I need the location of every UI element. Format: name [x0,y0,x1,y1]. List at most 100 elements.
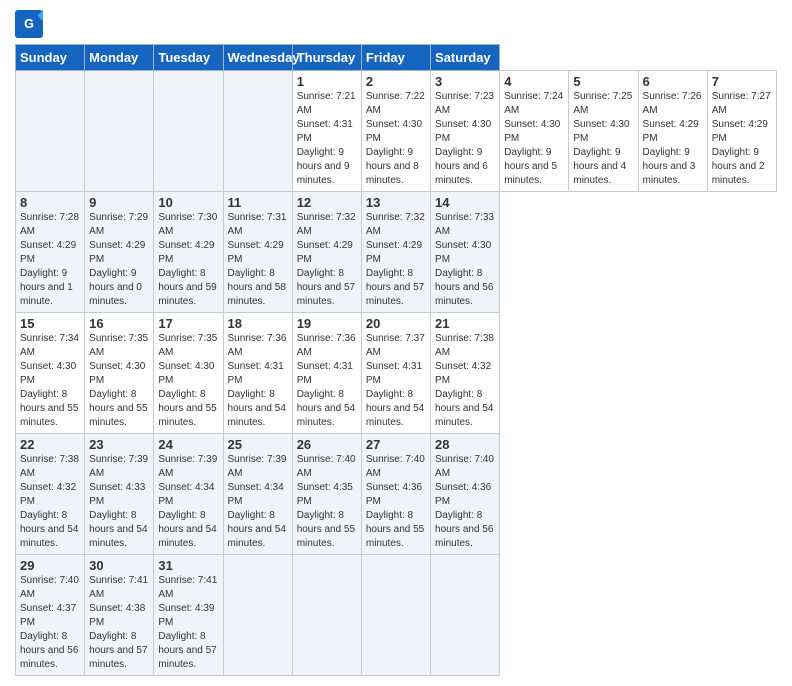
day-info: Sunrise: 7:41 AMSunset: 4:38 PMDaylight:… [89,574,149,672]
day-info: Sunrise: 7:40 AMSunset: 4:37 PMDaylight:… [20,574,80,672]
day-number: 21 [435,316,495,331]
calendar-cell: 14Sunrise: 7:33 AMSunset: 4:30 PMDayligh… [431,192,500,313]
day-number: 1 [297,74,357,89]
calendar-cell: 10Sunrise: 7:30 AMSunset: 4:29 PMDayligh… [154,192,223,313]
day-number: 4 [504,74,564,89]
day-number: 18 [228,316,288,331]
day-info: Sunrise: 7:34 AMSunset: 4:30 PMDaylight:… [20,332,80,430]
day-number: 19 [297,316,357,331]
calendar-cell: 28Sunrise: 7:40 AMSunset: 4:36 PMDayligh… [431,434,500,555]
day-number: 13 [366,195,426,210]
day-number: 17 [158,316,218,331]
day-number: 27 [366,437,426,452]
calendar-cell: 26Sunrise: 7:40 AMSunset: 4:35 PMDayligh… [292,434,361,555]
day-info: Sunrise: 7:27 AMSunset: 4:29 PMDaylight:… [712,90,772,188]
day-info: Sunrise: 7:40 AMSunset: 4:36 PMDaylight:… [366,453,426,551]
day-number: 24 [158,437,218,452]
day-number: 22 [20,437,80,452]
calendar-cell: 5Sunrise: 7:25 AMSunset: 4:30 PMDaylight… [569,71,638,192]
day-info: Sunrise: 7:36 AMSunset: 4:31 PMDaylight:… [228,332,288,430]
calendar-cell: 7Sunrise: 7:27 AMSunset: 4:29 PMDaylight… [707,71,776,192]
page-container: G SundayMondayTuesdayWednesdayThursdayFr… [0,0,792,686]
calendar-week-row: 8Sunrise: 7:28 AMSunset: 4:29 PMDaylight… [16,192,777,313]
calendar-cell: 21Sunrise: 7:38 AMSunset: 4:32 PMDayligh… [431,313,500,434]
calendar-cell: 16Sunrise: 7:35 AMSunset: 4:30 PMDayligh… [85,313,154,434]
calendar-cell: 22Sunrise: 7:38 AMSunset: 4:32 PMDayligh… [16,434,85,555]
calendar-cell [431,555,500,676]
day-number: 8 [20,195,80,210]
day-info: Sunrise: 7:24 AMSunset: 4:30 PMDaylight:… [504,90,564,188]
calendar-cell: 12Sunrise: 7:32 AMSunset: 4:29 PMDayligh… [292,192,361,313]
calendar-cell [292,555,361,676]
calendar-week-row: 22Sunrise: 7:38 AMSunset: 4:32 PMDayligh… [16,434,777,555]
day-number: 7 [712,74,772,89]
day-info: Sunrise: 7:38 AMSunset: 4:32 PMDaylight:… [435,332,495,430]
day-info: Sunrise: 7:26 AMSunset: 4:29 PMDaylight:… [643,90,703,188]
day-number: 6 [643,74,703,89]
day-number: 15 [20,316,80,331]
day-info: Sunrise: 7:32 AMSunset: 4:29 PMDaylight:… [366,211,426,309]
calendar-cell: 31Sunrise: 7:41 AMSunset: 4:39 PMDayligh… [154,555,223,676]
day-info: Sunrise: 7:39 AMSunset: 4:34 PMDaylight:… [228,453,288,551]
day-info: Sunrise: 7:39 AMSunset: 4:33 PMDaylight:… [89,453,149,551]
calendar-cell: 20Sunrise: 7:37 AMSunset: 4:31 PMDayligh… [361,313,430,434]
calendar-cell: 25Sunrise: 7:39 AMSunset: 4:34 PMDayligh… [223,434,292,555]
calendar-cell: 13Sunrise: 7:32 AMSunset: 4:29 PMDayligh… [361,192,430,313]
day-info: Sunrise: 7:40 AMSunset: 4:36 PMDaylight:… [435,453,495,551]
day-info: Sunrise: 7:36 AMSunset: 4:31 PMDaylight:… [297,332,357,430]
calendar-table: SundayMondayTuesdayWednesdayThursdayFrid… [15,44,777,676]
day-info: Sunrise: 7:29 AMSunset: 4:29 PMDaylight:… [89,211,149,309]
day-number: 29 [20,558,80,573]
day-info: Sunrise: 7:21 AMSunset: 4:31 PMDaylight:… [297,90,357,188]
calendar-cell: 27Sunrise: 7:40 AMSunset: 4:36 PMDayligh… [361,434,430,555]
calendar-cell: 15Sunrise: 7:34 AMSunset: 4:30 PMDayligh… [16,313,85,434]
day-info: Sunrise: 7:35 AMSunset: 4:30 PMDaylight:… [89,332,149,430]
day-info: Sunrise: 7:31 AMSunset: 4:29 PMDaylight:… [228,211,288,309]
day-info: Sunrise: 7:28 AMSunset: 4:29 PMDaylight:… [20,211,80,309]
day-info: Sunrise: 7:35 AMSunset: 4:30 PMDaylight:… [158,332,218,430]
day-info: Sunrise: 7:30 AMSunset: 4:29 PMDaylight:… [158,211,218,309]
calendar-cell: 6Sunrise: 7:26 AMSunset: 4:29 PMDaylight… [638,71,707,192]
day-number: 11 [228,195,288,210]
calendar-week-row: 29Sunrise: 7:40 AMSunset: 4:37 PMDayligh… [16,555,777,676]
logo: G [15,10,47,38]
day-number: 31 [158,558,218,573]
calendar-cell [361,555,430,676]
day-info: Sunrise: 7:37 AMSunset: 4:31 PMDaylight:… [366,332,426,430]
day-number: 14 [435,195,495,210]
day-number: 5 [573,74,633,89]
day-info: Sunrise: 7:25 AMSunset: 4:30 PMDaylight:… [573,90,633,188]
day-info: Sunrise: 7:38 AMSunset: 4:32 PMDaylight:… [20,453,80,551]
day-number: 23 [89,437,149,452]
day-number: 10 [158,195,218,210]
calendar-cell [85,71,154,192]
day-number: 20 [366,316,426,331]
calendar-cell: 9Sunrise: 7:29 AMSunset: 4:29 PMDaylight… [85,192,154,313]
calendar-cell: 19Sunrise: 7:36 AMSunset: 4:31 PMDayligh… [292,313,361,434]
calendar-cell [223,555,292,676]
day-number: 3 [435,74,495,89]
day-info: Sunrise: 7:22 AMSunset: 4:30 PMDaylight:… [366,90,426,188]
calendar-cell [154,71,223,192]
calendar-cell [223,71,292,192]
day-number: 30 [89,558,149,573]
day-number: 12 [297,195,357,210]
calendar-week-row: 15Sunrise: 7:34 AMSunset: 4:30 PMDayligh… [16,313,777,434]
calendar-cell: 2Sunrise: 7:22 AMSunset: 4:30 PMDaylight… [361,71,430,192]
day-info: Sunrise: 7:40 AMSunset: 4:35 PMDaylight:… [297,453,357,551]
day-header: Sunday [16,45,85,71]
calendar-cell: 23Sunrise: 7:39 AMSunset: 4:33 PMDayligh… [85,434,154,555]
day-number: 2 [366,74,426,89]
day-header: Tuesday [154,45,223,71]
day-number: 9 [89,195,149,210]
calendar-cell: 29Sunrise: 7:40 AMSunset: 4:37 PMDayligh… [16,555,85,676]
calendar-cell: 3Sunrise: 7:23 AMSunset: 4:30 PMDaylight… [431,71,500,192]
calendar-cell: 24Sunrise: 7:39 AMSunset: 4:34 PMDayligh… [154,434,223,555]
svg-text:G: G [24,17,34,31]
day-header: Monday [85,45,154,71]
day-info: Sunrise: 7:39 AMSunset: 4:34 PMDaylight:… [158,453,218,551]
header: G [15,10,777,38]
day-info: Sunrise: 7:23 AMSunset: 4:30 PMDaylight:… [435,90,495,188]
calendar-cell: 17Sunrise: 7:35 AMSunset: 4:30 PMDayligh… [154,313,223,434]
day-number: 28 [435,437,495,452]
